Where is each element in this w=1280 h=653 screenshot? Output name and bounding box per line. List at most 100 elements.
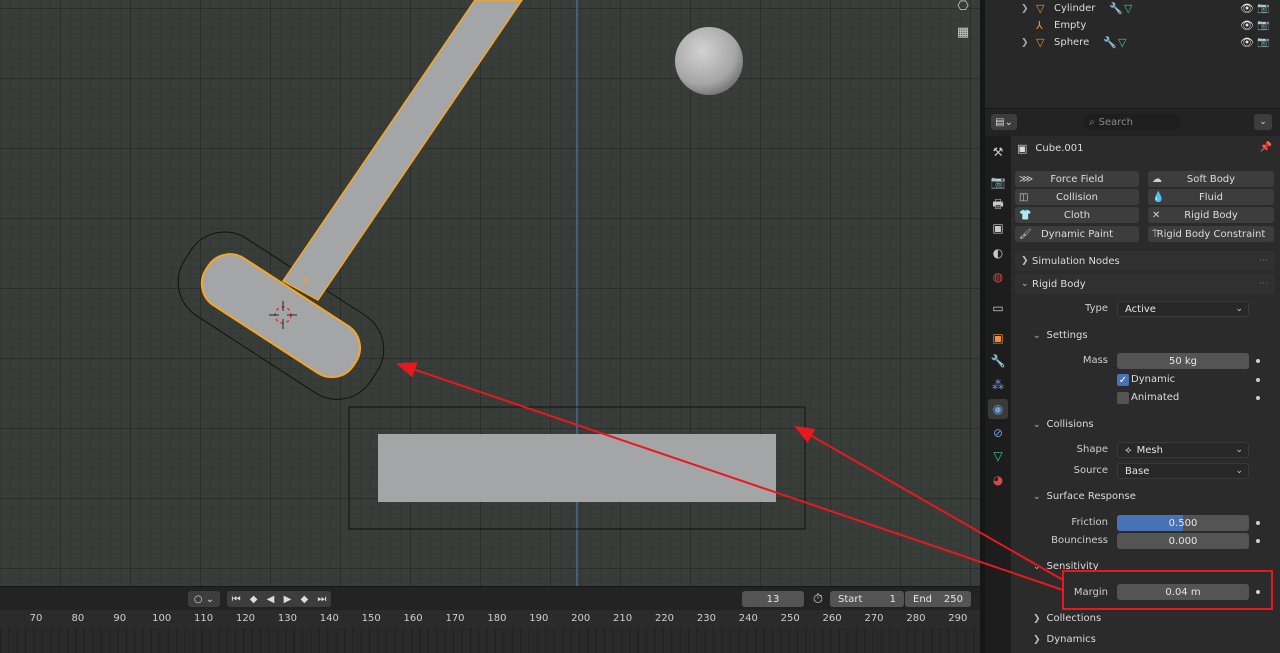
sensitivity-subpanel-header[interactable]: ⌄ Sensitivity <box>1033 561 1099 572</box>
outliner-item-cylinder[interactable]: ❯ ▽ Cylinder 🔧 ▽ 👁 📷 <box>985 0 1280 17</box>
camera-view-icon[interactable]: ⎔ <box>952 0 974 16</box>
cloth-icon: 👕 <box>1019 209 1032 221</box>
chevron-down-icon: ⌄ <box>1033 420 1041 430</box>
editor-type-dropdown[interactable]: ▤⌄ <box>991 114 1017 130</box>
end-label: End <box>913 593 933 605</box>
force-field-button[interactable]: ⋙ Force Field <box>1015 171 1139 187</box>
modifier-tab-icon[interactable]: 🔧 <box>988 351 1008 371</box>
next-keyframe-icon[interactable]: ◆ <box>300 594 308 605</box>
mesh-data-icon[interactable]: ▽ <box>1124 2 1132 15</box>
3d-viewport[interactable]: ⎔ ▦ <box>0 0 980 586</box>
object-tab-icon[interactable]: ▣ <box>988 328 1008 348</box>
dynamic-paint-button[interactable]: 🖌 Dynamic Paint <box>1015 226 1139 242</box>
play-reverse-icon[interactable]: ◀ <box>267 594 275 605</box>
collisions-subpanel-header[interactable]: ⌄ Collisions <box>1033 419 1094 430</box>
keyframe-dot[interactable] <box>1256 378 1260 382</box>
render-camera-icon[interactable]: 📷 <box>1257 20 1269 31</box>
source-value: Base <box>1125 465 1150 477</box>
keyframe-dot[interactable] <box>1256 521 1260 525</box>
tool-tab-icon[interactable]: ⚒ <box>988 142 1008 162</box>
sensitivity-title: Sensitivity <box>1046 561 1099 572</box>
render-tab-icon[interactable]: 📷 <box>988 172 1008 192</box>
grid-view-icon[interactable]: ▦ <box>952 22 974 42</box>
outliner-item-sphere[interactable]: ❯ ▽ Sphere 🔧 ▽ 👁 📷 <box>985 34 1280 51</box>
render-camera-icon[interactable]: 📷 <box>1257 37 1269 48</box>
keyframe-dot[interactable] <box>1256 359 1260 363</box>
ground-cube-object[interactable] <box>378 434 776 502</box>
pin-icon[interactable]: 📌 <box>1260 142 1272 153</box>
collection-tab-icon[interactable]: ▭ <box>988 298 1008 318</box>
rigid-body-constraint-button[interactable]: ⍑ Rigid Body Constraint <box>1148 226 1274 242</box>
hammer-handle[interactable] <box>281 0 523 301</box>
cloth-button[interactable]: 👕 Cloth <box>1015 207 1139 223</box>
chevron-right-icon: ❯ <box>1033 614 1041 624</box>
ruler-frame-number: 70 <box>29 613 43 624</box>
view-layer-tab-icon[interactable]: ▣ <box>988 218 1008 238</box>
collections-subpanel-header[interactable]: ❯ Collections <box>1033 613 1101 624</box>
shape-dropdown[interactable]: ⟡ Mesh ⌄ <box>1117 442 1249 458</box>
dynamic-checkbox[interactable]: ✓ <box>1117 374 1129 386</box>
output-tab-icon[interactable]: 🖶 <box>988 195 1008 215</box>
source-dropdown[interactable]: Base ⌄ <box>1117 463 1249 479</box>
constraints-tab-icon[interactable]: ⊘ <box>988 423 1008 443</box>
fluid-button[interactable]: 💧 Fluid <box>1148 189 1274 205</box>
outliner-item-empty[interactable]: ⅄ Empty 👁 📷 <box>985 17 1280 34</box>
rigid-body-button[interactable]: ✕ Rigid Body <box>1148 207 1274 223</box>
visibility-eye-icon[interactable]: 👁 <box>1240 19 1254 32</box>
jump-end-icon[interactable]: ⏭ <box>317 594 326 605</box>
start-frame-field[interactable]: Start 1 <box>830 591 904 607</box>
sphere-object[interactable] <box>675 27 743 95</box>
data-tab-icon[interactable]: ▽ <box>988 446 1008 466</box>
end-frame-field[interactable]: End 250 <box>905 591 971 607</box>
keyframe-dot[interactable] <box>1256 539 1260 543</box>
mesh-object-icon: ▽ <box>1036 2 1045 15</box>
empty-object-icon: ⅄ <box>1036 19 1043 32</box>
expand-arrow-icon[interactable]: ❯ <box>1021 38 1029 48</box>
surface-response-subpanel-header[interactable]: ⌄ Surface Response <box>1033 491 1136 502</box>
options-dropdown[interactable]: ⌄ <box>1254 114 1272 130</box>
stopwatch-icon[interactable]: ⏱ <box>808 591 828 607</box>
keying-dropdown[interactable]: ○ ⌄ <box>188 591 220 607</box>
dynamic-label: Dynamic <box>1131 374 1176 385</box>
drag-grip-icon[interactable]: ⋯ <box>1259 279 1268 289</box>
soft-body-button[interactable]: ☁ Soft Body <box>1148 171 1274 187</box>
outliner[interactable]: ❯ ▽ Cylinder 🔧 ▽ 👁 📷 ⅄ Empty 👁 📷 ❯ ▽ Sph… <box>985 0 1280 108</box>
type-value: Active <box>1125 303 1156 315</box>
render-camera-icon[interactable]: 📷 <box>1257 3 1269 14</box>
rigid-body-panel-header[interactable]: ⌄ Rigid Body ⋯ <box>1015 274 1275 294</box>
scene-tab-icon[interactable]: ◐ <box>988 243 1008 263</box>
animated-checkbox[interactable] <box>1117 392 1129 404</box>
type-label: Type <box>1085 303 1108 314</box>
prev-keyframe-icon[interactable]: ◆ <box>250 594 258 605</box>
hammer-head[interactable] <box>192 244 370 387</box>
bounciness-field[interactable]: 0.000 <box>1117 533 1249 549</box>
visibility-eye-icon[interactable]: 👁 <box>1240 2 1254 15</box>
timeline-ruler[interactable]: 70 80 90 100 110 120 130 140 150 160 170 180 190 200 2… <box>0 610 980 653</box>
settings-title: Settings <box>1046 330 1088 341</box>
simulation-nodes-panel-header[interactable]: ❯ Simulation Nodes ⋯ <box>1015 251 1275 271</box>
collision-button[interactable]: ◫ Collision <box>1015 189 1139 205</box>
expand-arrow-icon[interactable]: ❯ <box>1021 4 1029 14</box>
mass-field[interactable]: 50 kg <box>1117 353 1249 369</box>
settings-subpanel-header[interactable]: ⌄ Settings <box>1033 330 1088 341</box>
material-tab-icon[interactable]: ◕ <box>988 470 1008 490</box>
physics-tab-icon[interactable]: ◉ <box>988 399 1008 419</box>
visibility-eye-icon[interactable]: 👁 <box>1240 36 1254 49</box>
modifier-wrench-icon[interactable]: 🔧 <box>1103 36 1117 49</box>
drag-grip-icon[interactable]: ⋯ <box>1259 256 1268 266</box>
modifier-wrench-icon[interactable]: 🔧 <box>1109 2 1123 15</box>
jump-start-icon[interactable]: ⏮ <box>232 594 241 605</box>
current-frame-field[interactable]: 13 <box>742 591 804 607</box>
type-dropdown[interactable]: Active ⌄ <box>1117 301 1249 317</box>
play-icon[interactable]: ▶ <box>284 594 292 605</box>
search-input[interactable]: ⌕ Search <box>1083 114 1181 130</box>
world-tab-icon[interactable]: ◍ <box>988 267 1008 287</box>
margin-field[interactable]: 0.04 m <box>1117 584 1249 600</box>
particles-tab-icon[interactable]: ⁂ <box>988 375 1008 395</box>
animated-label: Animated <box>1131 392 1180 403</box>
friction-slider[interactable]: 0.500 <box>1117 515 1249 531</box>
dynamics-subpanel-header[interactable]: ❯ Dynamics <box>1033 634 1096 645</box>
keyframe-dot[interactable] <box>1256 590 1260 594</box>
keyframe-dot[interactable] <box>1256 396 1260 400</box>
mesh-data-icon[interactable]: ▽ <box>1118 36 1126 49</box>
